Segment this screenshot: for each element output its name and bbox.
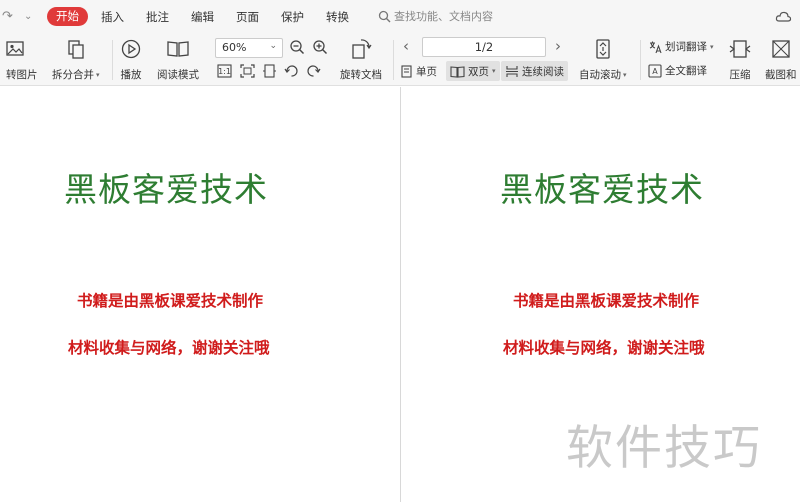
pdf-to-image-label: 转图片 (6, 69, 38, 81)
book-icon (167, 41, 189, 57)
chevron-down-icon: ▾ (492, 67, 496, 75)
single-page-button[interactable]: 单页 (400, 62, 437, 80)
quick-access-dropdown-icon[interactable]: ⌄ (24, 11, 32, 22)
tab-protect[interactable]: 保护 (281, 9, 304, 25)
full-translate-button[interactable]: A 全文翻译 (648, 63, 707, 78)
page-divider (400, 87, 401, 502)
tab-annotate[interactable]: 批注 (146, 9, 169, 25)
search-icon (378, 10, 391, 22)
compress-icon (729, 40, 751, 58)
divider (640, 40, 641, 80)
toolbar: 转图片 拆分合并 ▾ 播放 阅读模式 60% ⌄ 1:1 旋转文档 ‹ 1/2 … (0, 34, 800, 86)
image-icon (6, 41, 24, 56)
divider (393, 40, 394, 80)
logo-graphic: 黑板客爱技术 (64, 171, 268, 209)
next-page-icon[interactable]: › (555, 37, 561, 55)
double-page-label: 双页 (468, 65, 489, 78)
play-button[interactable]: 播放 (120, 38, 142, 82)
previous-page-icon[interactable]: ‹ (403, 37, 409, 55)
single-page-icon (401, 64, 412, 78)
tab-edit[interactable]: 编辑 (191, 9, 214, 25)
page1-line2: 材料收集与网络，谢谢关注哦 (68, 338, 270, 357)
screenshot-icon (772, 40, 790, 58)
logo-graphic: 黑板客爱技术 (500, 171, 704, 209)
rotate-left-icon[interactable] (284, 64, 299, 78)
play-icon (121, 39, 141, 59)
zoom-select[interactable]: 60% ⌄ (215, 38, 283, 58)
document-viewer[interactable]: 黑板客爱技术 书籍是由黑板课爱技术制作 材料收集与网络，谢谢关注哦 黑板客爱技术… (0, 87, 800, 502)
chevron-down-icon: ▾ (623, 70, 627, 79)
chevron-down-icon: ⌄ (269, 41, 277, 51)
divider (112, 40, 113, 80)
search-box[interactable]: 查找功能、文档内容 (378, 8, 493, 24)
word-translate-label: 划词翻译 (665, 41, 707, 53)
search-placeholder: 查找功能、文档内容 (394, 10, 493, 23)
zoom-in-icon[interactable] (312, 39, 329, 56)
split-merge-button[interactable]: 拆分合并 ▾ (52, 38, 100, 82)
translate-icon (649, 41, 662, 53)
continuous-read-label: 连续阅读 (522, 65, 564, 78)
actual-size-icon[interactable]: 1:1 (217, 64, 232, 78)
compress-label: 压缩 (729, 69, 751, 81)
auto-scroll-label: 自动滚动 (579, 69, 621, 81)
tab-insert[interactable]: 插入 (101, 9, 124, 25)
page-number-input[interactable]: 1/2 (422, 37, 546, 57)
cloud-icon[interactable] (775, 8, 792, 25)
rotate-document-label: 旋转文档 (340, 69, 382, 81)
continuous-read-button[interactable]: 连续阅读 (501, 61, 568, 81)
double-page-button[interactable]: 双页 ▾ (446, 61, 500, 81)
logo-text: 黑板客爱技术 (64, 171, 268, 209)
read-mode-label: 阅读模式 (157, 69, 199, 81)
document-translate-icon: A (648, 63, 662, 78)
split-merge-icon (68, 40, 84, 59)
watermark: 软件技巧 (566, 421, 762, 476)
tab-home[interactable]: 开始 (47, 7, 88, 26)
split-merge-label: 拆分合并 (52, 69, 94, 81)
pdf-to-image-button[interactable]: 转图片 (0, 38, 38, 82)
fit-page-icon[interactable] (240, 64, 255, 78)
auto-scroll-button[interactable]: 自动滚动 ▾ (579, 38, 627, 82)
auto-scroll-icon (596, 39, 610, 59)
rotate-document-button[interactable]: 旋转文档 (340, 38, 382, 82)
play-label: 播放 (120, 69, 142, 81)
single-page-label: 单页 (416, 65, 437, 78)
tab-page[interactable]: 页面 (236, 9, 259, 25)
zoom-value: 60% (222, 41, 247, 54)
logo-text: 黑板客爱技术 (500, 171, 704, 209)
zoom-out-icon[interactable] (289, 39, 306, 56)
screenshot-label: 截图和 (765, 69, 797, 81)
rotate-document-icon (352, 39, 372, 59)
svg-text:1:1: 1:1 (218, 67, 231, 76)
read-mode-button[interactable]: 阅读模式 (157, 38, 199, 82)
page1-line1: 书籍是由黑板课爱技术制作 (77, 291, 264, 310)
word-translate-button[interactable]: 划词翻译 ▾ (648, 39, 714, 54)
page2-line2: 材料收集与网络，谢谢关注哦 (503, 338, 705, 357)
screenshot-button[interactable]: 截图和 (765, 38, 797, 82)
double-page-icon (450, 65, 465, 78)
redo-icon[interactable]: ↷ (2, 9, 13, 24)
chevron-down-icon: ▾ (710, 42, 714, 51)
tab-convert[interactable]: 转换 (326, 9, 349, 25)
continuous-read-icon (506, 65, 518, 77)
chevron-down-icon: ▾ (96, 70, 100, 79)
rotate-right-icon[interactable] (306, 64, 321, 78)
page2-line1: 书籍是由黑板课爱技术制作 (513, 291, 700, 310)
fit-width-icon[interactable] (262, 64, 277, 78)
compress-button[interactable]: 压缩 (728, 38, 752, 82)
full-translate-label: 全文翻译 (665, 65, 707, 77)
menu-bar: ↷ ⌄ 开始 插入 批注 编辑 页面 保护 转换 查找功能、文档内容 (0, 0, 800, 34)
svg-text:A: A (652, 67, 658, 76)
